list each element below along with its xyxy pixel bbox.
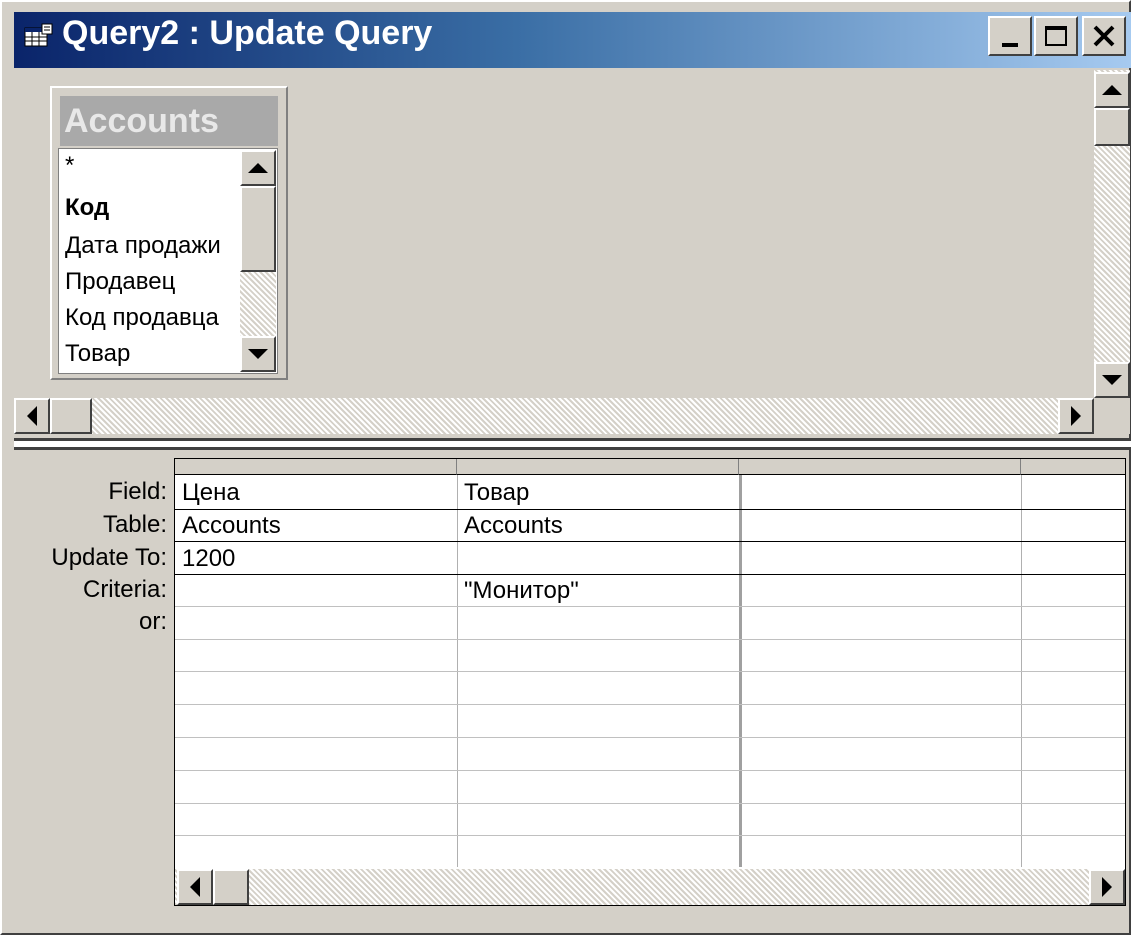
row-divider (175, 509, 1125, 510)
column-selector[interactable] (1021, 459, 1125, 475)
column-selector[interactable] (457, 459, 739, 475)
row-label-criteria: Criteria: (82, 576, 167, 603)
row-divider (175, 639, 1125, 640)
row-divider (175, 574, 1125, 575)
table-pane-vscroll-thumb[interactable] (1094, 108, 1130, 146)
arrow-up-icon (1102, 85, 1122, 95)
row-label-field: Field: (108, 478, 167, 505)
table-pane-hscrollbar[interactable] (14, 398, 1094, 434)
table-pane-scroll-left-button[interactable] (14, 398, 50, 434)
scrollbar-corner (1094, 398, 1130, 434)
close-icon (1093, 25, 1115, 47)
grid-cell-update-to[interactable]: 1200 (182, 543, 235, 575)
grid-cell-table[interactable]: Accounts (464, 510, 563, 542)
field-list-item-kod[interactable]: Код (65, 191, 109, 225)
arrow-left-icon (190, 877, 200, 897)
arrow-down-icon (248, 349, 268, 359)
grid-hscroll-thumb[interactable] (213, 869, 249, 905)
table-pane-hscroll-thumb[interactable] (50, 398, 92, 434)
query-grid-icon (24, 23, 54, 49)
field-list-scroll-thumb[interactable] (240, 186, 276, 272)
arrow-down-icon (1102, 375, 1122, 385)
grid-scroll-left-button[interactable] (177, 869, 213, 905)
grid-cell-field[interactable]: Товар (464, 477, 529, 509)
field-list-item-seller[interactable]: Продавец (65, 265, 175, 299)
maximize-button[interactable] (1034, 16, 1078, 56)
row-divider (175, 671, 1125, 672)
row-divider (175, 541, 1125, 542)
row-divider (175, 737, 1125, 738)
grid-cell-field[interactable]: Цена (182, 477, 240, 509)
field-list-scroll-down-button[interactable] (240, 336, 276, 372)
maximize-icon (1045, 26, 1067, 46)
table-pane-scroll-up-button[interactable] (1094, 72, 1130, 108)
grid-cell-criteria[interactable]: "Монитор" (464, 575, 579, 607)
design-grid: Цена Accounts 1200 Товар Accounts "Монит… (174, 458, 1126, 906)
minimize-button[interactable] (988, 16, 1032, 56)
column-selector[interactable] (175, 459, 457, 475)
field-list-item-seller-code[interactable]: Код продавца (65, 301, 219, 335)
grid-scroll-right-button[interactable] (1089, 869, 1125, 905)
row-divider (175, 835, 1125, 836)
row-divider (175, 803, 1125, 804)
row-label-table: Table: (102, 511, 167, 538)
table-pane-scroll-down-button[interactable] (1094, 362, 1130, 398)
row-divider (175, 770, 1125, 771)
column-selector[interactable] (739, 459, 1021, 475)
arrow-up-icon (248, 163, 268, 173)
close-button[interactable] (1082, 16, 1126, 56)
row-label-or: or: (138, 608, 167, 635)
row-label-update-to: Update To: (51, 544, 167, 571)
arrow-left-icon (27, 406, 37, 426)
field-list-scroll-up-button[interactable] (240, 150, 276, 186)
field-list-item-sale-date[interactable]: Дата продажи (65, 229, 221, 263)
arrow-right-icon (1071, 406, 1081, 426)
pane-splitter[interactable] (14, 438, 1131, 450)
arrow-right-icon (1102, 877, 1112, 897)
window-title: Query2 : Update Query (62, 14, 433, 52)
row-divider (175, 606, 1125, 607)
grid-hscrollbar[interactable] (175, 869, 1125, 905)
field-list-title[interactable]: Accounts (60, 96, 278, 146)
field-list-item-product[interactable]: Товар (65, 337, 130, 371)
table-pane-scroll-right-button[interactable] (1058, 398, 1094, 434)
field-list-item-all[interactable]: * (65, 149, 74, 183)
row-divider (175, 704, 1125, 705)
grid-cell-table[interactable]: Accounts (182, 510, 281, 542)
minimize-icon (1002, 43, 1018, 47)
